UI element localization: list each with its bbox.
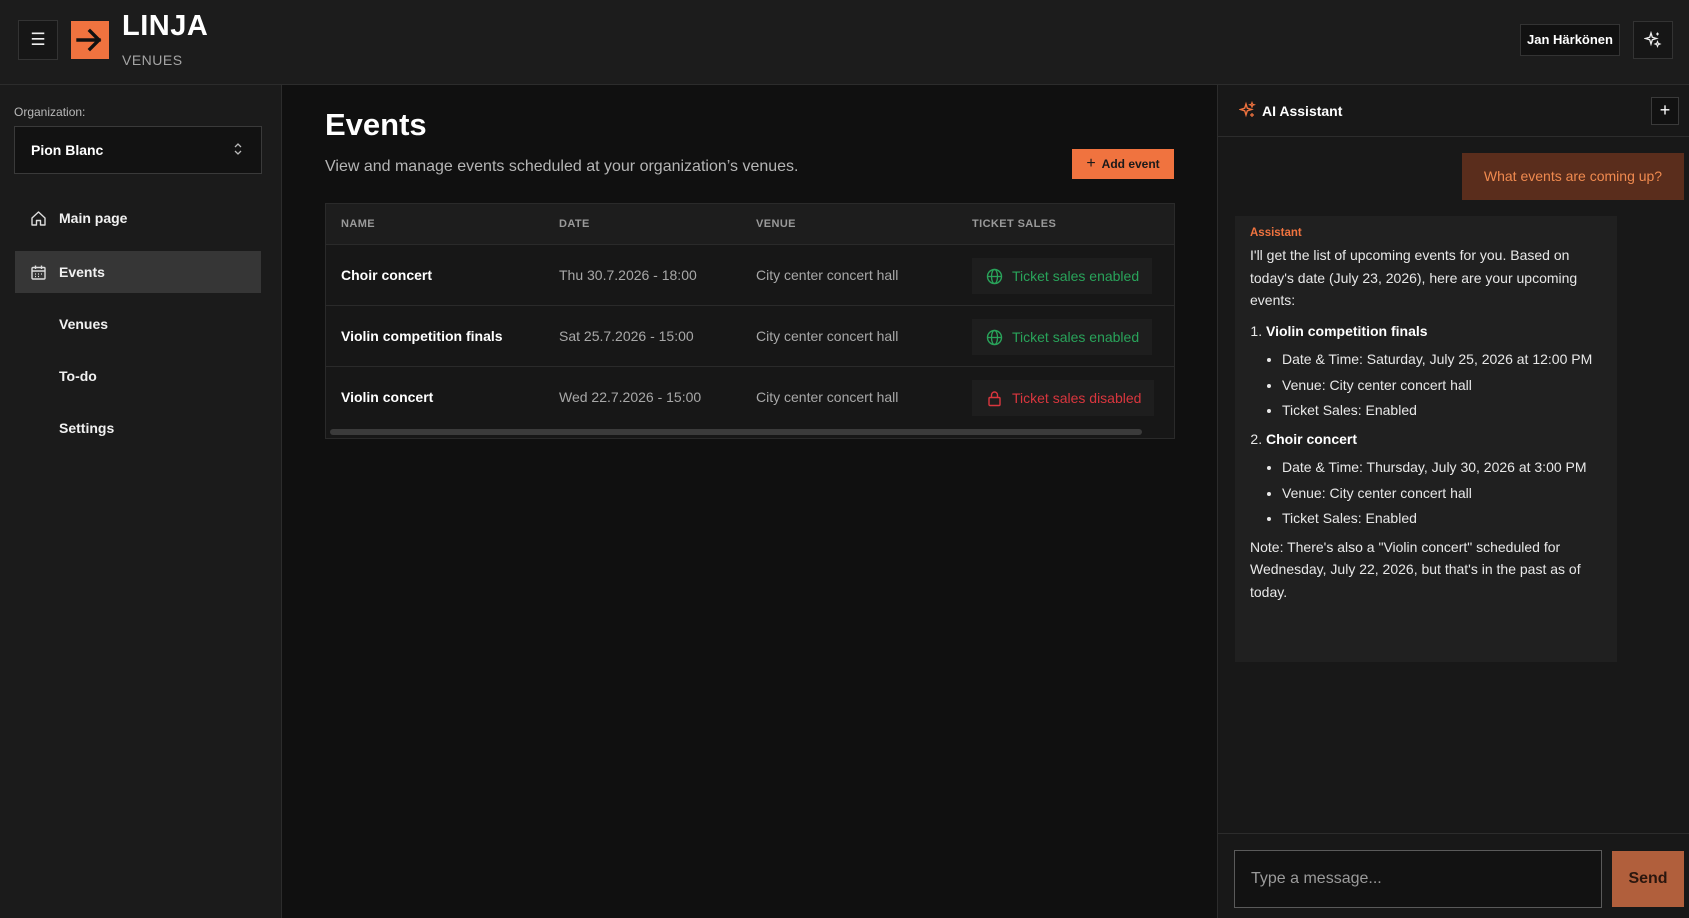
brand-title: LINJA [122, 10, 209, 42]
brand-subtitle: VENUES [122, 52, 183, 68]
menu-button[interactable]: ☰ [18, 20, 58, 60]
page-title: Events [325, 107, 427, 142]
sidebar-item-label: To-do [59, 368, 97, 384]
sidebar-item-settings[interactable]: Settings [15, 407, 261, 449]
event-name[interactable]: Violin competition finals [341, 328, 503, 344]
event-date: Sat 25.7.2026 - 15:00 [559, 328, 694, 344]
event-detail: Ticket Sales: Enabled [1282, 399, 1602, 422]
sidebar-item-label: Main page [59, 210, 128, 226]
sidebar-item-to-do[interactable]: To-do [15, 355, 261, 397]
table-header: NAME DATE VENUE TICKET SALES [326, 204, 1174, 245]
org-select-value: Pion Blanc [31, 142, 104, 158]
events-table: NAME DATE VENUE TICKET SALES Choir conce… [325, 203, 1175, 439]
sidebar-item-label: Venues [59, 316, 109, 332]
ticket-sales-badge[interactable]: Ticket sales disabled [972, 380, 1155, 416]
event-venue: City center concert hall [756, 267, 899, 283]
message-intro: I'll get the list of upcoming events for… [1250, 247, 1578, 308]
hamburger-icon: ☰ [30, 30, 46, 49]
page-description: View and manage events scheduled at your… [325, 158, 799, 175]
home-icon [31, 211, 46, 226]
user-menu-button[interactable]: Jan Härkönen [1520, 24, 1620, 56]
ticket-sales-label: Ticket sales enabled [1012, 329, 1140, 345]
assistant-message: Assistant I'll get the list of upcoming … [1235, 216, 1617, 662]
assistant-title: AI Assistant [1262, 103, 1343, 119]
event-name: Violin competition finals [1266, 322, 1428, 339]
event-name: Choir concert [1266, 430, 1358, 447]
org-select[interactable]: Pion Blanc [14, 126, 262, 174]
column-header-venue[interactable]: VENUE [756, 218, 796, 230]
org-label: Organization: [14, 105, 86, 119]
event-name[interactable]: Violin concert [341, 389, 433, 405]
ai-assistant-toggle-button[interactable] [1633, 21, 1673, 59]
event-detail: Ticket Sales: Enabled [1282, 507, 1602, 530]
ticket-sales-label: Ticket sales enabled [1012, 268, 1140, 284]
message-sender: Assistant [1250, 227, 1302, 239]
ticket-sales-badge[interactable]: Ticket sales enabled [972, 258, 1153, 294]
event-date: Thu 30.7.2026 - 18:00 [559, 267, 697, 283]
column-header-name[interactable]: NAME [341, 218, 375, 230]
plus-icon: + [1086, 155, 1096, 172]
ticket-sales-badge[interactable]: Ticket sales enabled [972, 319, 1153, 355]
event-detail: Date & Time: Thursday, July 30, 2026 at … [1282, 456, 1602, 479]
sidebar: Organization: Pion Blanc Main page Event… [0, 85, 282, 918]
events-list: Violin competition finals Date & Time: S… [1250, 320, 1602, 530]
chevron-up-down-icon [234, 143, 242, 155]
event-venue: City center concert hall [756, 389, 899, 405]
lock-icon [988, 390, 1001, 406]
column-header-ticket-sales[interactable]: TICKET SALES [972, 218, 1056, 230]
event-detail: Date & Time: Saturday, July 25, 2026 at … [1282, 348, 1602, 371]
event-name[interactable]: Choir concert [341, 267, 432, 283]
sparkles-icon [1644, 31, 1662, 49]
globe-icon [986, 329, 1003, 345]
event-detail: Venue: City center concert hall [1282, 482, 1602, 505]
event-venue: City center concert hall [756, 328, 899, 344]
message-input[interactable] [1234, 850, 1602, 908]
sidebar-item-label: Settings [59, 420, 115, 436]
calendar-icon [31, 265, 46, 280]
table-row[interactable]: Choir concert Thu 30.7.2026 - 18:00 City… [326, 245, 1174, 306]
user-message: What events are coming up? [1462, 153, 1684, 200]
plus-icon: + [1659, 100, 1671, 120]
app-header: ☰ LINJA VENUES Jan Härkönen [0, 0, 1689, 85]
message-composer: Send [1218, 833, 1689, 918]
add-event-button[interactable]: + Add event [1072, 149, 1174, 179]
sidebar-item-venues[interactable]: Venues [15, 303, 261, 345]
list-item: Choir concert Date & Time: Thursday, Jul… [1266, 428, 1602, 530]
table-row[interactable]: Violin concert Wed 22.7.2026 - 15:00 Cit… [326, 367, 1174, 428]
sidebar-item-main-page[interactable]: Main page [15, 197, 261, 239]
list-item: Violin competition finals Date & Time: S… [1266, 320, 1602, 422]
assistant-header: AI Assistant + [1218, 85, 1689, 137]
globe-icon [986, 268, 1003, 284]
column-header-date[interactable]: DATE [559, 218, 590, 230]
sidebar-item-events[interactable]: Events [15, 251, 261, 293]
event-date: Wed 22.7.2026 - 15:00 [559, 389, 702, 405]
sidebar-item-label: Events [59, 264, 105, 280]
message-note: Note: There's also a "Violin concert" sc… [1250, 538, 1581, 600]
main-content: Events View and manage events scheduled … [282, 85, 1217, 918]
logo-icon [71, 21, 109, 59]
table-horizontal-scrollbar[interactable] [330, 429, 1142, 435]
add-event-label: Add event [1101, 157, 1160, 171]
table-row[interactable]: Violin competition finals Sat 25.7.2026 … [326, 306, 1174, 367]
ticket-sales-label: Ticket sales disabled [1012, 390, 1142, 406]
new-chat-button[interactable]: + [1651, 97, 1679, 125]
ai-assistant-panel: AI Assistant + What events are coming up… [1217, 85, 1689, 918]
event-detail: Venue: City center concert hall [1282, 374, 1602, 397]
sparkles-icon [1239, 101, 1256, 118]
send-button[interactable]: Send [1612, 851, 1684, 907]
